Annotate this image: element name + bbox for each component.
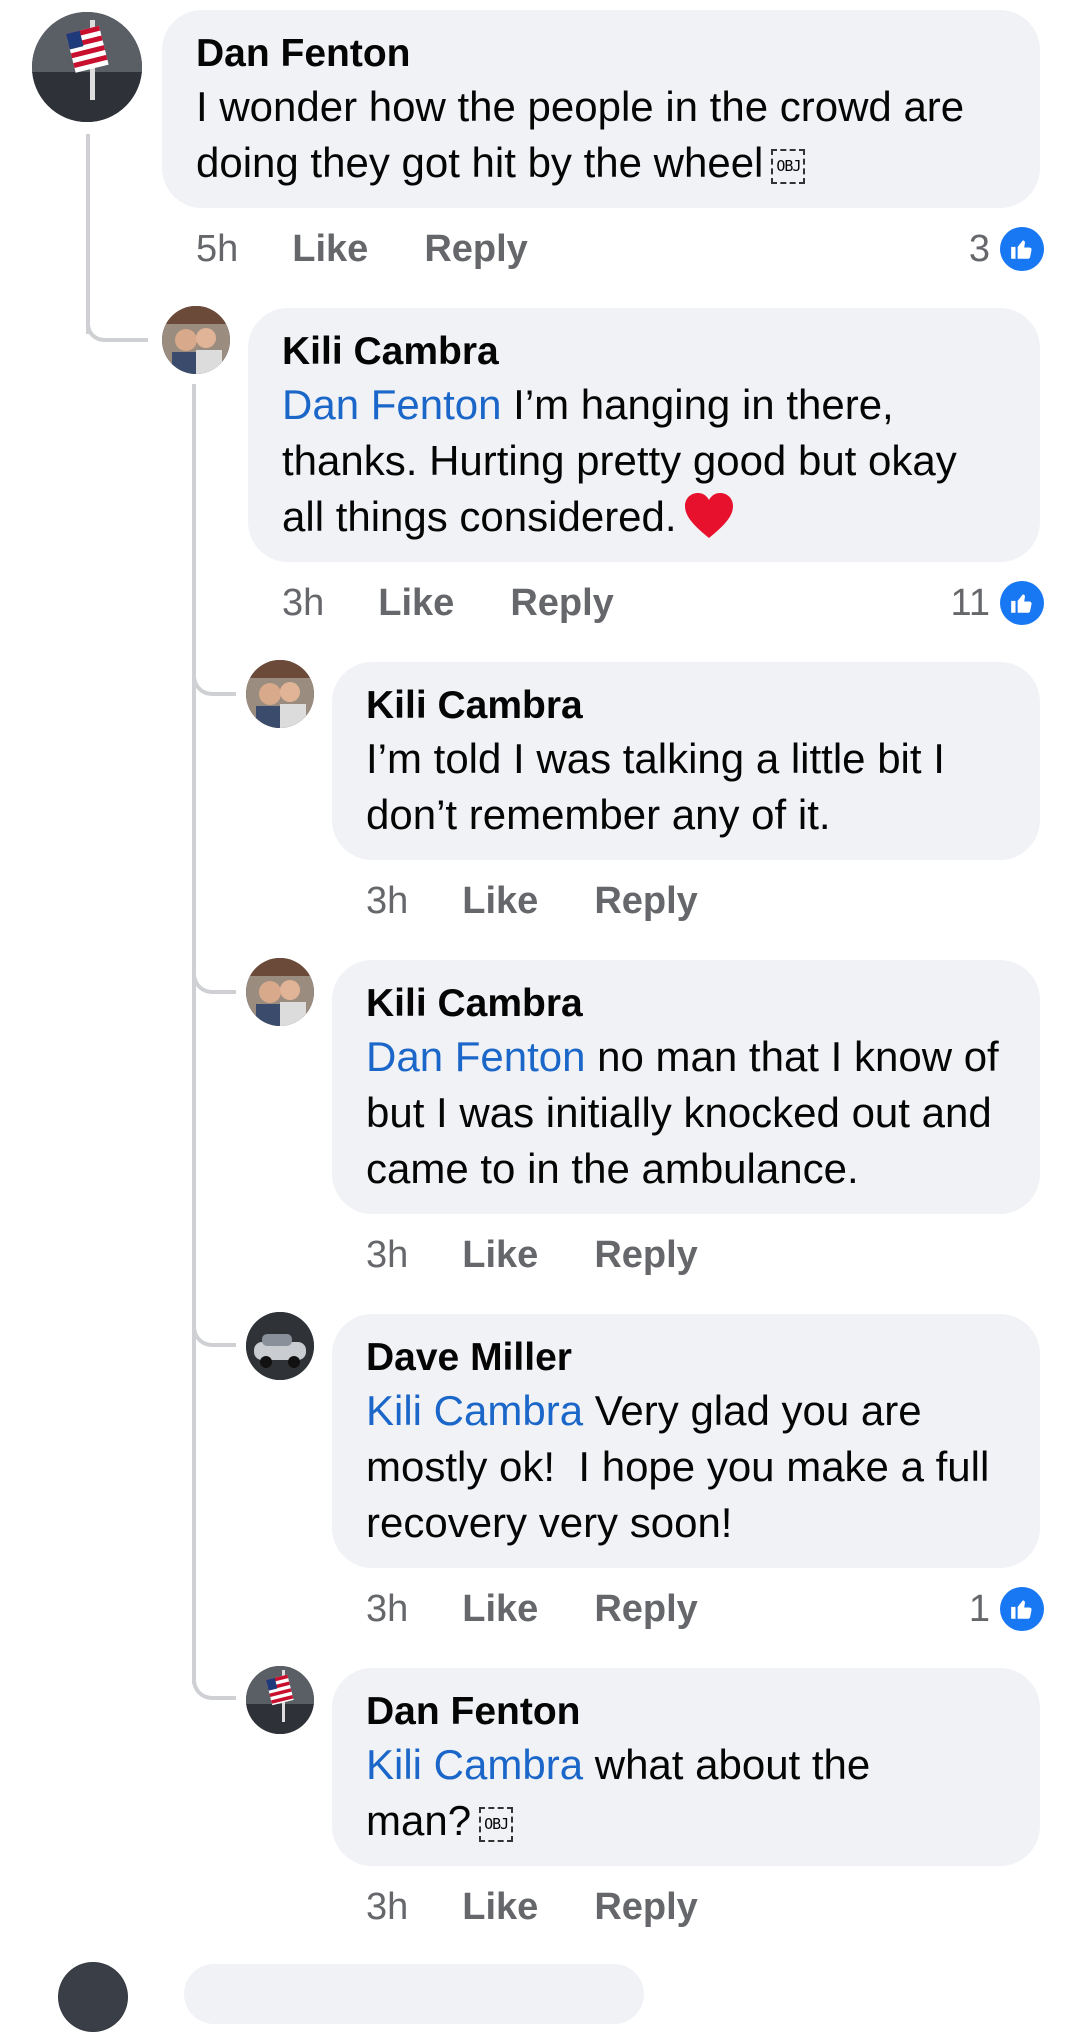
comment-bubble: Dan Fenton Kili Cambra what about the ma…	[332, 1668, 1040, 1866]
reaction-number: 1	[968, 1587, 990, 1630]
comment-text: Kili Cambra Very glad you are mostly ok!…	[366, 1387, 1001, 1546]
comment-text: I’m told I was talking a little bit I do…	[366, 735, 945, 838]
like-thumb-icon	[1000, 581, 1044, 625]
avatar-car-image	[246, 1312, 314, 1380]
comment-time[interactable]: 5h	[196, 228, 238, 271]
avatar-flag-image	[246, 1666, 314, 1734]
reply-button[interactable]: Reply	[594, 1886, 697, 1929]
reply-button[interactable]: Reply	[594, 880, 697, 923]
comment-actions: 3h Like Reply	[366, 1230, 754, 1280]
comment-bubble: Dan Fenton I wonder how the people in th…	[162, 10, 1040, 208]
comment-text: Kili Cambra what about the man? OBJ	[366, 1741, 871, 1844]
comment-time[interactable]: 3h	[366, 1234, 408, 1277]
avatar[interactable]	[58, 1962, 128, 2032]
comment-actions: 3h Like Reply	[366, 876, 754, 926]
mention-link[interactable]: Dan Fenton	[366, 1033, 585, 1080]
reaction-number: 3	[968, 227, 990, 270]
comment-bubble: Kili Cambra Dan Fenton I’m hanging in th…	[248, 308, 1040, 562]
like-thumb-icon	[1000, 1587, 1044, 1631]
thread-line-curve-4	[192, 1676, 236, 1700]
reaction-count[interactable]: 3	[969, 224, 1044, 274]
comment-bubble: Kili Cambra Dan Fenton no man that I kno…	[332, 960, 1040, 1214]
like-button[interactable]: Like	[378, 582, 454, 625]
comment-time[interactable]: 3h	[366, 880, 408, 923]
comment-author[interactable]: Dan Fenton	[366, 1687, 1006, 1737]
object-replacement-glyph: OBJ	[479, 1807, 514, 1842]
reaction-number: 11	[950, 581, 990, 624]
avatar[interactable]	[246, 1312, 314, 1380]
comment-author[interactable]: Kili Cambra	[366, 979, 1006, 1029]
reply-button[interactable]: Reply	[594, 1234, 697, 1277]
avatar[interactable]	[246, 660, 314, 728]
thread-line-root-curve	[86, 320, 148, 342]
avatar-flag-image	[32, 12, 142, 122]
like-button[interactable]: Like	[462, 880, 538, 923]
mention-link[interactable]: Dan Fenton	[282, 381, 501, 428]
comment-author[interactable]: Kili Cambra	[282, 327, 1006, 377]
thread-line-curve-1	[192, 672, 236, 696]
mention-link[interactable]: Kili Cambra	[366, 1387, 583, 1434]
avatar-two-people-image	[246, 958, 314, 1026]
thread-line-root	[86, 134, 90, 334]
comment-author[interactable]: Kili Cambra	[366, 681, 1006, 731]
comment-text: I wonder how the people in the crowd are…	[196, 83, 965, 186]
like-button[interactable]: Like	[462, 1588, 538, 1631]
avatar[interactable]	[246, 958, 314, 1026]
comment-bubble: Dave Miller Kili Cambra Very glad you ar…	[332, 1314, 1040, 1568]
thread-line-replies	[192, 384, 196, 1684]
avatar[interactable]	[162, 306, 230, 374]
object-replacement-glyph: OBJ	[771, 149, 806, 184]
like-button[interactable]: Like	[292, 228, 368, 271]
avatar[interactable]	[32, 12, 142, 122]
like-thumb-icon	[1000, 227, 1044, 271]
reply-button[interactable]: Reply	[510, 582, 613, 625]
avatar-two-people-image	[162, 306, 230, 374]
avatar-two-people-image	[246, 660, 314, 728]
comment-text: Dan Fenton I’m hanging in there, thanks.…	[282, 381, 957, 540]
comment-actions: 3h Like Reply	[366, 1882, 754, 1932]
reaction-count[interactable]: 1	[969, 1584, 1044, 1634]
reply-button[interactable]: Reply	[594, 1588, 697, 1631]
comment-actions: 3h Like Reply	[366, 1584, 754, 1634]
comment-author[interactable]: Dan Fenton	[196, 29, 1006, 79]
comment-time[interactable]: 3h	[366, 1886, 408, 1929]
mention-link[interactable]: Kili Cambra	[366, 1741, 583, 1788]
comment-actions: 3h Like Reply	[282, 578, 670, 628]
avatar[interactable]	[246, 1666, 314, 1734]
thread-line-curve-2	[192, 970, 236, 994]
comment-bubble: Kili Cambra I’m told I was talking a lit…	[332, 662, 1040, 860]
comment-text: Dan Fenton no man that I know of but I w…	[366, 1033, 999, 1192]
comment-actions: 5h Like Reply	[196, 224, 584, 274]
reply-button[interactable]: Reply	[424, 228, 527, 271]
thread-line-curve-3	[192, 1323, 236, 1347]
comment-time[interactable]: 3h	[366, 1588, 408, 1631]
reaction-count[interactable]: 11	[951, 578, 1044, 628]
like-button[interactable]: Like	[462, 1886, 538, 1929]
comment-bubble	[184, 1964, 644, 2024]
comment-author[interactable]: Dave Miller	[366, 1333, 1006, 1383]
red-heart-emoji	[684, 493, 733, 538]
comment-time[interactable]: 3h	[282, 582, 324, 625]
like-button[interactable]: Like	[462, 1234, 538, 1277]
